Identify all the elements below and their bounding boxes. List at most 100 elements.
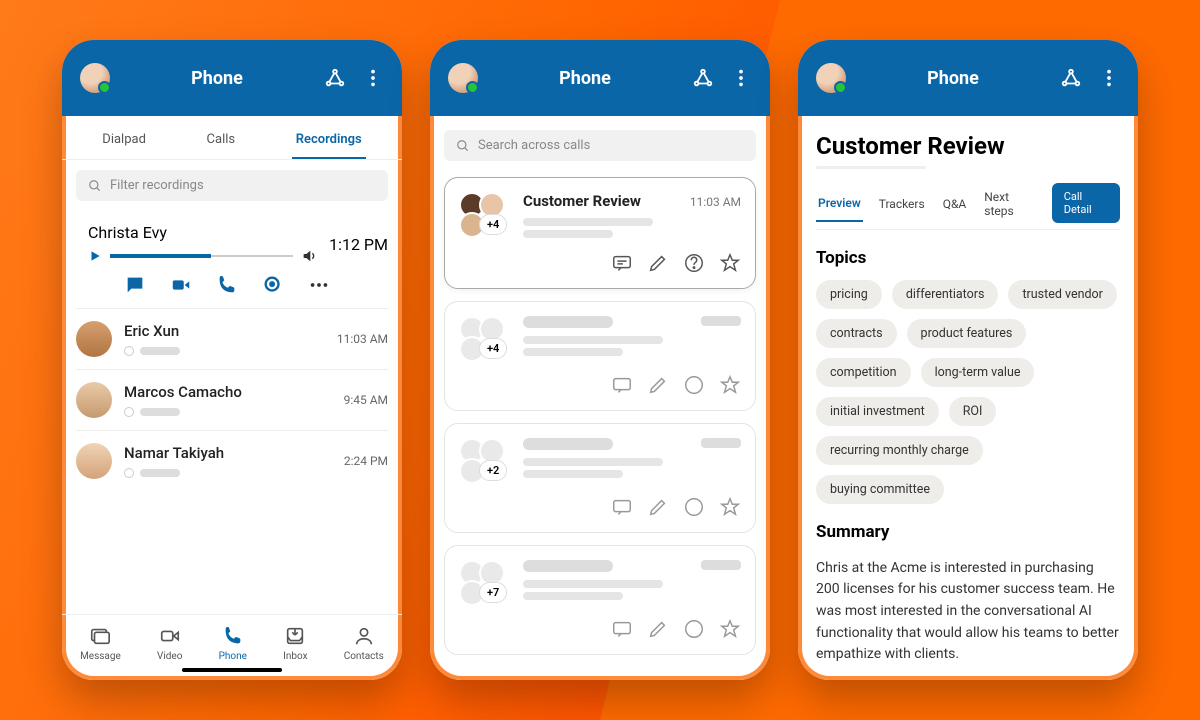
recording-row[interactable]: Namar Takiyah 2:24 PM [76,431,388,491]
nav-contacts[interactable]: Contacts [344,625,384,662]
call-time: 11:03 AM [690,195,741,209]
tab-trackers[interactable]: Trackers [877,191,927,221]
playback-progress[interactable] [88,248,317,264]
recording-time: 11:03 AM [337,332,388,346]
inbox-icon [284,625,306,647]
message-icon [89,625,111,647]
contact-name: Namar Takiyah [124,444,224,462]
topic-chip[interactable]: long-term value [921,358,1035,387]
filter-placeholder: Filter recordings [110,178,204,193]
recording-row[interactable]: Eric Xun 11:03 AM [76,309,388,370]
call-card[interactable]: +2 [444,423,756,533]
contact-name: Eric Xun [124,322,180,340]
topic-chip[interactable]: ROI [949,397,997,426]
contact-name: Marcos Camacho [124,383,242,401]
more-vertical-icon[interactable] [1098,67,1120,89]
topic-chip[interactable]: competition [816,358,911,387]
star-icon[interactable] [719,374,741,396]
app-header: Phone [62,40,402,116]
topic-chip[interactable]: product features [907,319,1027,348]
volume-icon[interactable] [301,248,317,264]
edit-icon[interactable] [647,618,669,640]
more-vertical-icon[interactable] [730,67,752,89]
star-icon[interactable] [719,618,741,640]
tab-preview[interactable]: Preview [816,190,863,222]
tab-next-steps[interactable]: Next steps [982,184,1037,228]
phone-screen-call-detail: Phone Customer Review Preview Trackers Q… [798,40,1138,680]
magnify-icon [456,139,470,153]
video-nav-icon [159,625,181,647]
overflow-count: +7 [479,582,507,603]
contacts-icon [353,625,375,647]
profile-avatar[interactable] [80,63,110,93]
star-icon[interactable] [719,496,741,518]
app-header: Phone [798,40,1138,116]
help-icon[interactable] [683,496,705,518]
phone-icon[interactable] [216,274,238,296]
topic-chip[interactable]: initial investment [816,397,939,426]
help-icon[interactable] [683,374,705,396]
nav-inbox[interactable]: Inbox [283,625,307,662]
topic-chip[interactable]: trusted vendor [1008,280,1116,309]
summary-text: Chris at the Acme is interested in purch… [816,558,1120,666]
tab-dialpad[interactable]: Dialpad [98,126,150,159]
call-detail-button[interactable]: Call Detail [1052,183,1120,223]
comment-icon[interactable] [611,374,633,396]
recording-row-expanded[interactable]: Christa Evy 1:12 PM [76,211,388,309]
more-horizontal-icon[interactable] [308,274,330,296]
overflow-count: +4 [479,338,507,359]
search-calls-input[interactable]: Search across calls [444,130,756,161]
topic-chip[interactable]: pricing [816,280,882,309]
profile-avatar[interactable] [448,63,478,93]
play-icon[interactable] [88,249,102,263]
help-icon[interactable] [683,618,705,640]
nav-phone[interactable]: Phone [219,625,247,662]
search-action-icon[interactable] [262,274,284,296]
more-vertical-icon[interactable] [362,67,384,89]
filter-recordings-input[interactable]: Filter recordings [76,170,388,201]
topic-chip[interactable]: buying committee [816,475,944,504]
chat-icon[interactable] [124,274,146,296]
edit-icon[interactable] [647,496,669,518]
edit-icon[interactable] [647,252,669,274]
network-icon[interactable] [1060,67,1082,89]
phone-tabs: Dialpad Calls Recordings [62,116,402,160]
overflow-count: +2 [479,460,507,481]
comment-icon[interactable] [611,496,633,518]
help-icon[interactable] [683,252,705,274]
tab-recordings[interactable]: Recordings [292,126,366,159]
network-icon[interactable] [324,67,346,89]
topics-chips: pricing differentiators trusted vendor cont… [816,280,1120,504]
tab-calls[interactable]: Calls [203,126,240,159]
video-icon[interactable] [170,274,192,296]
participants-avatars: +4 [459,192,513,240]
topic-chip[interactable]: differentiators [892,280,999,309]
nav-video[interactable]: Video [157,625,182,662]
call-card[interactable]: +7 [444,545,756,655]
topics-heading: Topics [816,248,1120,268]
overflow-count: +4 [479,214,507,235]
topic-chip[interactable]: recurring monthly charge [816,436,983,465]
profile-avatar[interactable] [816,63,846,93]
participants-avatars: +2 [459,438,513,486]
comment-icon[interactable] [611,618,633,640]
topic-chip[interactable]: contracts [816,319,897,348]
subtitle-placeholder [816,166,926,169]
participants-avatars: +4 [459,316,513,364]
tab-qa[interactable]: Q&A [941,191,969,221]
recording-time: 1:12 PM [329,235,388,254]
header-title: Phone [927,68,979,89]
nav-message[interactable]: Message [80,625,121,662]
network-icon[interactable] [692,67,714,89]
header-title: Phone [191,68,243,89]
header-title: Phone [559,68,611,89]
recording-time: 2:24 PM [344,454,388,468]
phone-nav-icon [222,625,244,647]
app-header: Phone [430,40,770,116]
edit-icon[interactable] [647,374,669,396]
call-card-selected[interactable]: +4 Customer Review 11:03 AM [444,177,756,289]
comment-icon[interactable] [611,252,633,274]
call-card[interactable]: +4 [444,301,756,411]
recording-row[interactable]: Marcos Camacho 9:45 AM [76,370,388,431]
star-icon[interactable] [719,252,741,274]
